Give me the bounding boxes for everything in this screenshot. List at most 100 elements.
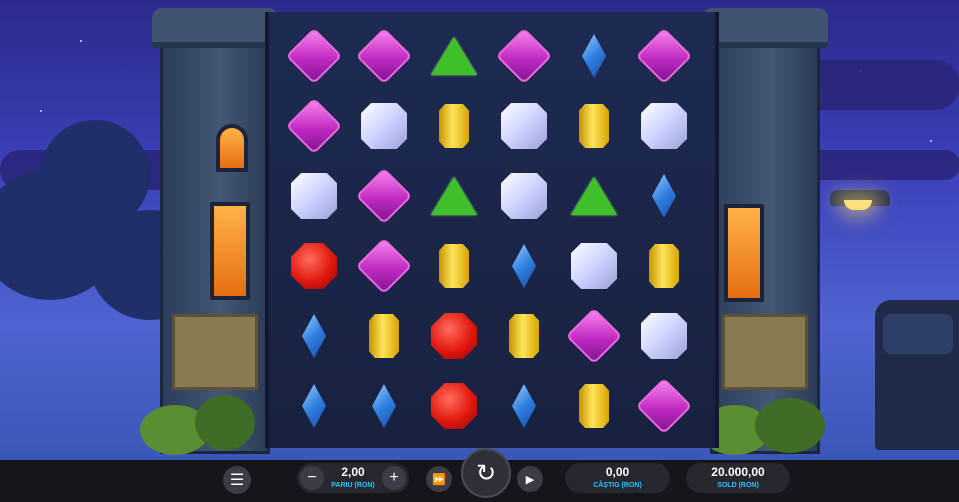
reel-symbol-blue-gem (354, 376, 414, 436)
reel-symbol-green-gem (564, 166, 624, 226)
reel-symbol-pink-gem (354, 26, 414, 86)
reel-symbol-blue-gem (494, 236, 554, 296)
blue-gem-icon (302, 314, 326, 358)
white-gem-icon (641, 313, 687, 359)
red-gem-icon (291, 243, 337, 289)
blue-gem-icon (582, 34, 606, 78)
plus-icon: + (389, 469, 399, 486)
balance-label: SOLD (RON) (717, 482, 759, 489)
reel-symbol-white-gem (634, 96, 694, 156)
reel-symbol-yellow-gem (424, 96, 484, 156)
reel-symbol-red-gem (284, 236, 344, 296)
reel-symbol-yellow-gem (424, 236, 484, 296)
pink-gem-icon (285, 27, 343, 85)
reel-symbol-blue-gem (494, 376, 554, 436)
bush (195, 395, 255, 450)
lit-window (210, 202, 250, 300)
ornament-panel (172, 314, 258, 390)
pink-gem-icon (355, 27, 413, 85)
hamburger-icon: ☰ (229, 472, 245, 489)
reel-symbol-blue-gem (284, 376, 344, 436)
reel-symbol-red-gem (424, 376, 484, 436)
reel-symbol-green-gem (424, 166, 484, 226)
yellow-gem-icon (369, 314, 399, 358)
left-tower (152, 8, 278, 454)
bus (875, 300, 959, 450)
green-gem-icon (571, 177, 617, 215)
reel-symbol-yellow-gem (354, 306, 414, 366)
win-label: CÂȘTIG (RON) (593, 482, 642, 489)
star (80, 40, 82, 42)
pink-gem-icon (565, 307, 623, 365)
reel-symbol-white-gem (284, 166, 344, 226)
right-tower (702, 8, 828, 454)
reel-grid (265, 12, 719, 448)
pink-gem-icon (355, 237, 413, 295)
lit-window (724, 204, 764, 302)
reel-symbol-red-gem (424, 306, 484, 366)
menu-button[interactable]: ☰ (223, 466, 251, 494)
red-gem-icon (431, 313, 477, 359)
ornament-panel (722, 314, 808, 390)
white-gem-icon (361, 103, 407, 149)
reel-symbol-pink-gem (634, 376, 694, 436)
reel-symbol-pink-gem (284, 96, 344, 156)
street-lamp (830, 190, 890, 210)
star (40, 110, 42, 112)
play-icon: ▶ (525, 473, 535, 486)
pink-gem-icon (285, 97, 343, 155)
blue-gem-icon (512, 244, 536, 288)
reel-symbol-pink-gem (284, 26, 344, 86)
reel-symbol-white-gem (354, 96, 414, 156)
blue-gem-icon (512, 384, 536, 428)
win-value: 0,00 (605, 465, 630, 479)
win-display: 0,00 CÂȘTIG (RON) (565, 463, 670, 493)
yellow-gem-icon (439, 244, 469, 288)
reel-symbol-yellow-gem (634, 236, 694, 296)
balance-display: 20.000,00 SOLD (RON) (686, 463, 790, 493)
bet-increase-button[interactable]: + (382, 466, 406, 490)
pink-gem-icon (495, 27, 553, 85)
game-scene (0, 0, 959, 460)
blue-gem-icon (372, 384, 396, 428)
lit-window (216, 124, 248, 172)
star (930, 140, 932, 142)
yellow-gem-icon (509, 314, 539, 358)
reel-symbol-blue-gem (634, 166, 694, 226)
pink-gem-icon (635, 27, 693, 85)
pink-gem-icon (355, 167, 413, 225)
reel-symbol-yellow-gem (564, 376, 624, 436)
cloud (800, 150, 959, 180)
white-gem-icon (501, 173, 547, 219)
balance-value: 20.000,00 (711, 465, 765, 479)
fast-forward-icon: ⏩ (432, 473, 446, 486)
reel-symbol-blue-gem (284, 306, 344, 366)
yellow-gem-icon (649, 244, 679, 288)
white-gem-icon (571, 243, 617, 289)
turbo-button[interactable]: ⏩ (426, 466, 452, 492)
bet-control: − 2,00 PARIU (RON) + (297, 463, 409, 493)
reel-symbol-white-gem (494, 166, 554, 226)
spin-button[interactable]: ↻ (461, 448, 511, 498)
white-gem-icon (501, 103, 547, 149)
white-gem-icon (641, 103, 687, 149)
reel-symbol-pink-gem (564, 306, 624, 366)
blue-gem-icon (302, 384, 326, 428)
reel-symbol-pink-gem (494, 26, 554, 86)
yellow-gem-icon (579, 384, 609, 428)
green-gem-icon (431, 37, 477, 75)
reel-symbol-white-gem (564, 236, 624, 296)
reel-symbol-yellow-gem (494, 306, 554, 366)
reel-symbol-pink-gem (354, 166, 414, 226)
reel-symbol-green-gem (424, 26, 484, 86)
reel-symbol-pink-gem (354, 236, 414, 296)
blue-gem-icon (652, 174, 676, 218)
bush (755, 398, 825, 453)
reel-symbol-white-gem (634, 306, 694, 366)
autoplay-button[interactable]: ▶ (517, 466, 543, 492)
red-gem-icon (431, 383, 477, 429)
white-gem-icon (291, 173, 337, 219)
reel-symbol-white-gem (494, 96, 554, 156)
yellow-gem-icon (439, 104, 469, 148)
spin-refresh-icon: ↻ (475, 459, 497, 487)
